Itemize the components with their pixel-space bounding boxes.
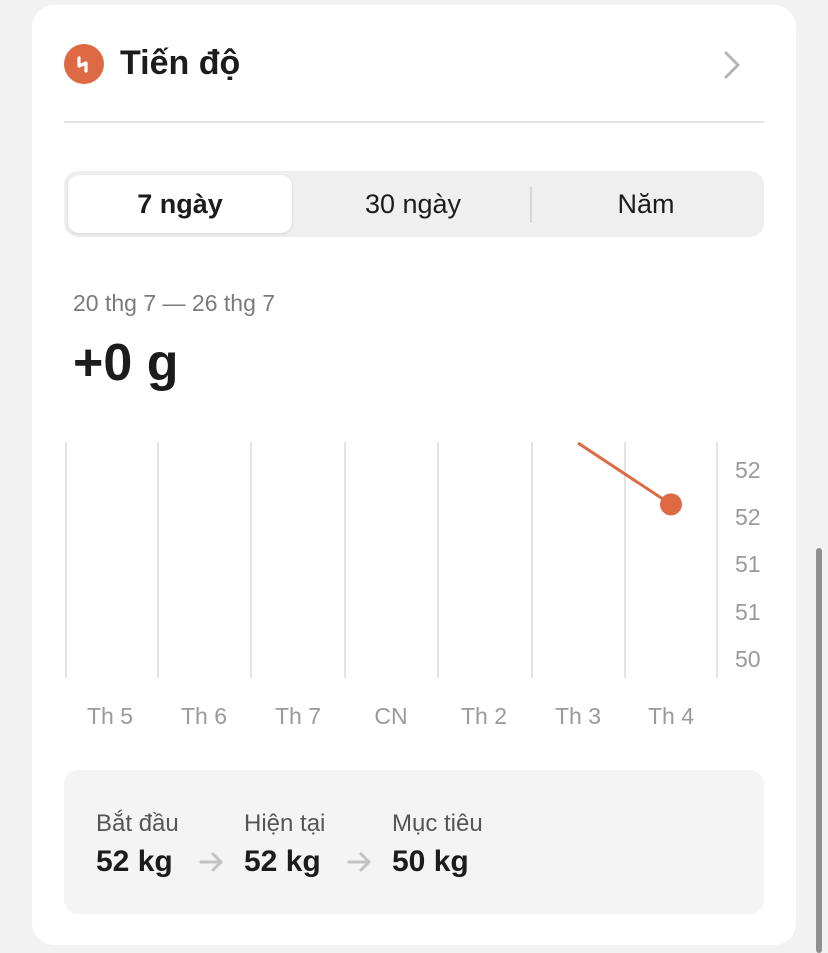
start-label: Bắt đầu [96,810,179,837]
scrollbar[interactable] [816,548,822,953]
arrow-right-icon [199,852,223,872]
start-value: 52 kg [96,845,173,878]
y-tick-label: 52 [735,457,761,483]
x-tick-label-3: CN [374,703,407,729]
data-point [660,493,682,516]
x-tick-label-1: Th 6 [181,703,227,729]
current-value: 52 kg [244,845,321,878]
x-tick-label-5: Th 3 [555,703,601,729]
y-tick-label: 52 [735,504,761,530]
arrow-right-icon [347,852,371,872]
x-tick-label-6: Th 4 [648,703,694,729]
y-tick-label: 50 [735,646,761,672]
y-tick-label: 51 [735,551,761,577]
progress-card: Tiến độ 7 ngày 30 ngày Năm 20 thg 7 — 26… [32,5,796,945]
x-tick-label-4: Th 2 [461,703,507,729]
goal-label: Mục tiêu [392,810,483,837]
current-label: Hiện tại [244,810,326,837]
goal-value: 50 kg [392,845,469,878]
x-tick-label-2: Th 7 [275,703,321,729]
weight-chart: 52 52 51 51 50 Th 5 Th 6 Th 7 CN Th 2 Th 3 Th 4 [65,442,761,729]
weight-stats: Bắt đầu 52 kg Hiện tại 52 kg Mục tiêu 50… [64,770,764,914]
x-tick-label-0: Th 5 [87,703,133,729]
y-tick-label: 51 [735,599,761,625]
